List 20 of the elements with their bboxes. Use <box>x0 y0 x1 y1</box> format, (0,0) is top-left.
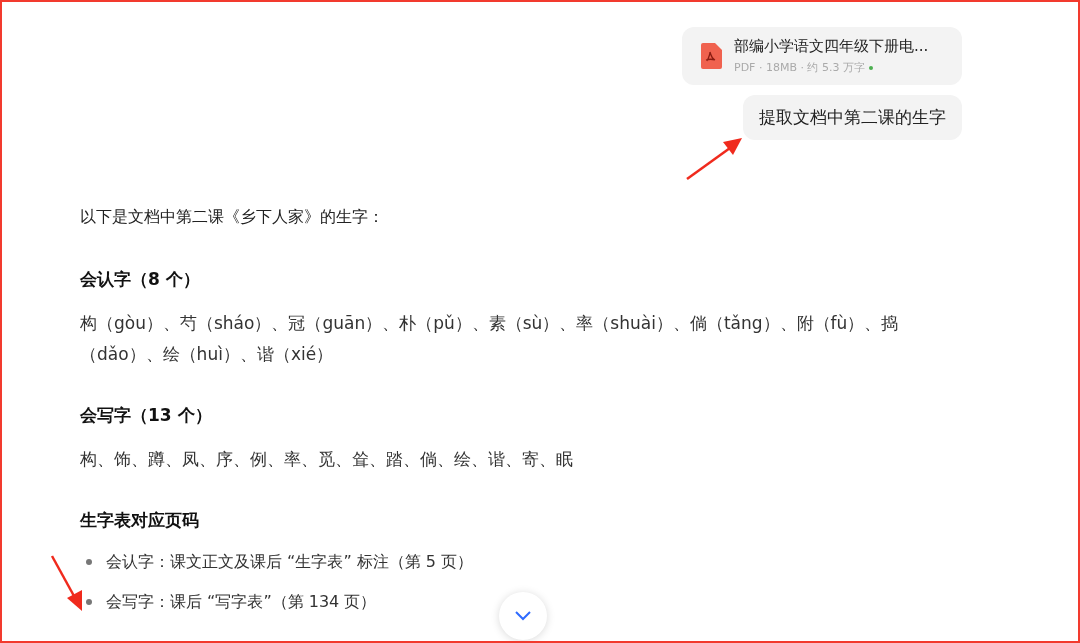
bullet-icon <box>86 599 92 605</box>
scroll-down-button[interactable] <box>499 592 547 640</box>
chevron-down-icon <box>515 611 531 621</box>
answer-text: 构（gòu）、芍（sháo）、冠（guān）、朴（pǔ）、素（sù）、率（shuài）、倘（tǎng）、附（fù）、捣（dǎo）、绘（huì）、谐（xié） <box>80 312 900 366</box>
status-dot <box>868 65 873 70</box>
section-heading: 生字表对应页码 <box>80 509 200 532</box>
list-item: 会写字：课后 “写字表”（第 134 页） <box>106 591 377 613</box>
file-meta: PDF · 18MB · 约 5.3 万字 <box>734 60 865 75</box>
section-heading: 会认字（8 个） <box>80 268 201 291</box>
file-name: 部编小学语文四年级下册电... <box>734 37 929 56</box>
file-card[interactable]: 部编小学语文四年级下册电... PDF · 18MB · 约 5.3 万字 <box>682 27 962 85</box>
annotation-arrow <box>686 138 742 180</box>
annotation-arrow <box>50 555 82 611</box>
bullet-icon <box>86 559 92 565</box>
pdf-file-icon <box>700 43 722 69</box>
section-heading: 会写字（13 个） <box>80 404 213 427</box>
answer-text: 构、饰、蹲、凤、序、例、率、觅、耸、踏、倘、绘、谐、寄、眠 <box>80 448 574 471</box>
list-item: 会认字：课文正文及课后 “生字表” 标注（第 5 页） <box>106 551 474 573</box>
user-message: 提取文档中第二课的生字 <box>743 95 962 140</box>
answer-text: 以下是文档中第二课《乡下人家》的生字： <box>80 206 385 228</box>
